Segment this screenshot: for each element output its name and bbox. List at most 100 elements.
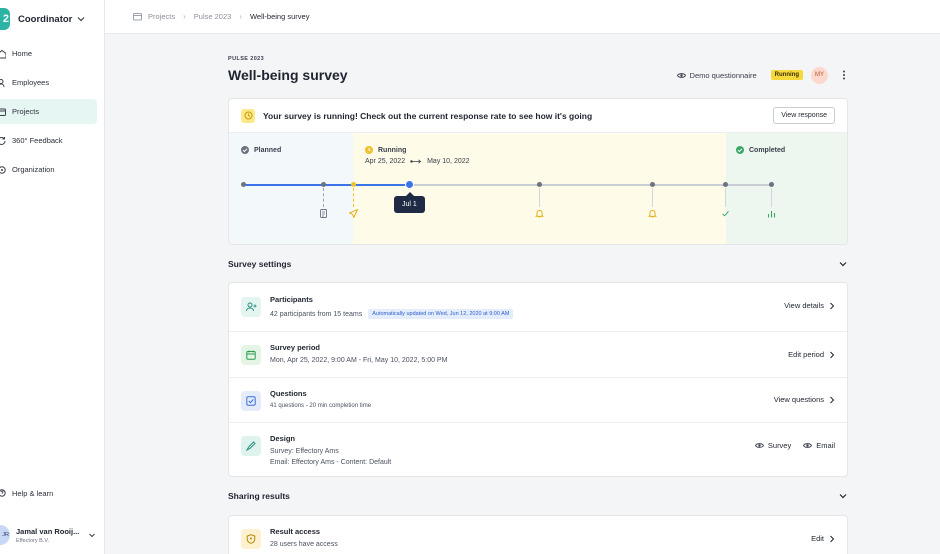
help-label: Help & learn: [12, 488, 54, 498]
demo-label: Demo questionnaire: [689, 70, 757, 80]
check-icon[interactable]: [721, 209, 730, 218]
send-icon[interactable]: [349, 209, 358, 218]
arrow-right-icon: [410, 159, 422, 164]
checkbox-icon: [241, 391, 261, 411]
breadcrumb: Projects › Pulse 2023 › Well-being surve…: [105, 0, 940, 34]
preview-survey-link[interactable]: Survey: [754, 441, 792, 450]
chevron-down-icon: [839, 494, 847, 499]
view-questions-label: View questions: [773, 395, 824, 404]
completed-label: Completed: [736, 146, 785, 154]
sidebar-item-employees[interactable]: Employees: [0, 70, 97, 95]
bar-chart-icon[interactable]: [767, 209, 776, 218]
timeline-stem: [725, 188, 726, 207]
current-date-tooltip: Jul 1: [394, 192, 425, 213]
timeline-dot: [351, 182, 356, 187]
sidebar-nav: Home Employees Projects 360° Feedback Or…: [0, 41, 97, 186]
document-icon[interactable]: [319, 209, 328, 218]
folder-icon: [133, 13, 142, 21]
questions-summary: 41 questions - 20 min completion time: [270, 403, 372, 409]
running-banner: Your survey is running! Check out the cu…: [229, 99, 847, 133]
survey-period-row: Survey period Mon, Apr 25, 2022, 9:00 AM…: [229, 331, 847, 377]
design-title: Design: [270, 434, 296, 443]
folder-icon: [0, 108, 6, 116]
calendar-icon: [241, 345, 261, 365]
timeline-start-dot: [241, 182, 246, 187]
running-clock-icon: [365, 146, 373, 154]
survey-settings-card: Participants 42 participants from 15 tea…: [228, 282, 848, 477]
more-options-icon[interactable]: [840, 70, 848, 80]
result-access-title: Result access: [270, 527, 321, 536]
timeline-end-dot: [769, 182, 774, 187]
timeline-stem: [353, 188, 354, 207]
add-user-icon: [241, 297, 261, 317]
demo-questionnaire-link[interactable]: Demo questionnaire: [676, 70, 757, 80]
sidebar-item-label: Employees: [12, 78, 50, 87]
running-label: Running: [365, 146, 406, 154]
avatar: JR: [0, 525, 10, 545]
preview-email-label: Email: [816, 441, 835, 450]
organization-icon: [0, 165, 6, 174]
design-row: Design Survey: Effectory Ams Email: Effe…: [229, 422, 847, 477]
banner-text: Your survey is running! Check out the cu…: [263, 110, 593, 121]
sidebar-item-label: Projects: [12, 107, 40, 116]
eye-icon: [803, 443, 813, 448]
questions-row: Questions 41 questions - 20 min completi…: [229, 377, 847, 422]
clock-icon: [241, 108, 255, 123]
chevron-right-icon: [830, 535, 835, 542]
workspace-switcher[interactable]: 2 Coordinator: [0, 7, 86, 31]
view-questions-link[interactable]: View questions: [774, 395, 835, 404]
running-dates: Apr 25, 2022 May 10, 2022: [365, 158, 470, 165]
participants-row: Participants 42 participants from 15 tea…: [229, 283, 847, 331]
sidebar-item-label: Organization: [12, 165, 55, 174]
view-response-button[interactable]: View response: [773, 107, 835, 124]
breadcrumb-projects[interactable]: Projects: [148, 12, 175, 21]
timeline-stem: [652, 188, 653, 207]
section-title: Sharing results: [228, 491, 290, 501]
edit-period-link[interactable]: Edit period: [788, 350, 835, 359]
timeline-dot: [723, 182, 728, 187]
chevron-right-icon: [830, 396, 835, 403]
home-icon: [0, 49, 6, 58]
sidebar-item-360-feedback[interactable]: 360° Feedback: [0, 128, 97, 153]
timeline-stem: [539, 188, 540, 207]
participants-title: Participants: [270, 295, 313, 304]
eye-icon: [754, 443, 764, 448]
result-access-summary: 28 users have access: [270, 541, 338, 548]
survey-settings-header[interactable]: Survey settings: [228, 256, 848, 272]
timeline: Planned Running Apr 25, 2022 May 10, 202…: [229, 133, 847, 244]
planned-label: Planned: [241, 146, 281, 154]
survey-period-title: Survey period: [270, 343, 321, 352]
timeline-dot: [537, 182, 542, 187]
user-menu[interactable]: JR Jamal van Rooij... Effectory B.V.: [0, 522, 100, 548]
chevron-right-icon: [830, 351, 835, 358]
refresh-icon: [0, 136, 6, 145]
bell-icon[interactable]: [648, 209, 657, 218]
sidebar-item-projects[interactable]: Projects: [0, 99, 97, 124]
current-date-marker[interactable]: [405, 180, 414, 189]
user-name: Jamal van Rooij...: [16, 526, 80, 536]
sharing-results-header[interactable]: Sharing results: [228, 488, 848, 504]
view-details-link[interactable]: View details: [784, 301, 835, 310]
completed-label-text: Completed: [749, 146, 786, 154]
page-title: Well-being survey: [228, 67, 348, 83]
breadcrumb-pulse[interactable]: Pulse 2023: [194, 12, 232, 21]
preview-email-link[interactable]: Email: [803, 441, 835, 450]
breadcrumb-current: Well-being survey: [249, 12, 310, 21]
edit-access-link[interactable]: Edit: [811, 534, 835, 543]
help-link[interactable]: Help & learn: [0, 486, 53, 500]
app-logo: 2: [0, 8, 10, 30]
chevron-down-icon: [77, 17, 85, 22]
project-eyebrow: PULSE 2023: [228, 56, 265, 62]
design-email-theme: Email: Effectory Ams - Content: Default: [270, 459, 392, 466]
avatar[interactable]: MY: [811, 66, 828, 84]
bell-icon[interactable]: [535, 209, 544, 218]
user-org: Effectory B.V.: [16, 537, 50, 544]
sidebar-item-organization[interactable]: Organization: [0, 157, 97, 182]
auto-update-badge: Automatically updated on Wed, Jun 12, 20…: [368, 309, 514, 319]
sharing-results-card: Result access 28 users have access Edit: [228, 515, 848, 554]
start-date: Apr 25, 2022: [365, 158, 406, 165]
sidebar-item-home[interactable]: Home: [0, 41, 97, 66]
preview-survey-label: Survey: [767, 441, 792, 450]
help-icon: [0, 489, 6, 497]
completed-check-icon: [736, 146, 744, 154]
